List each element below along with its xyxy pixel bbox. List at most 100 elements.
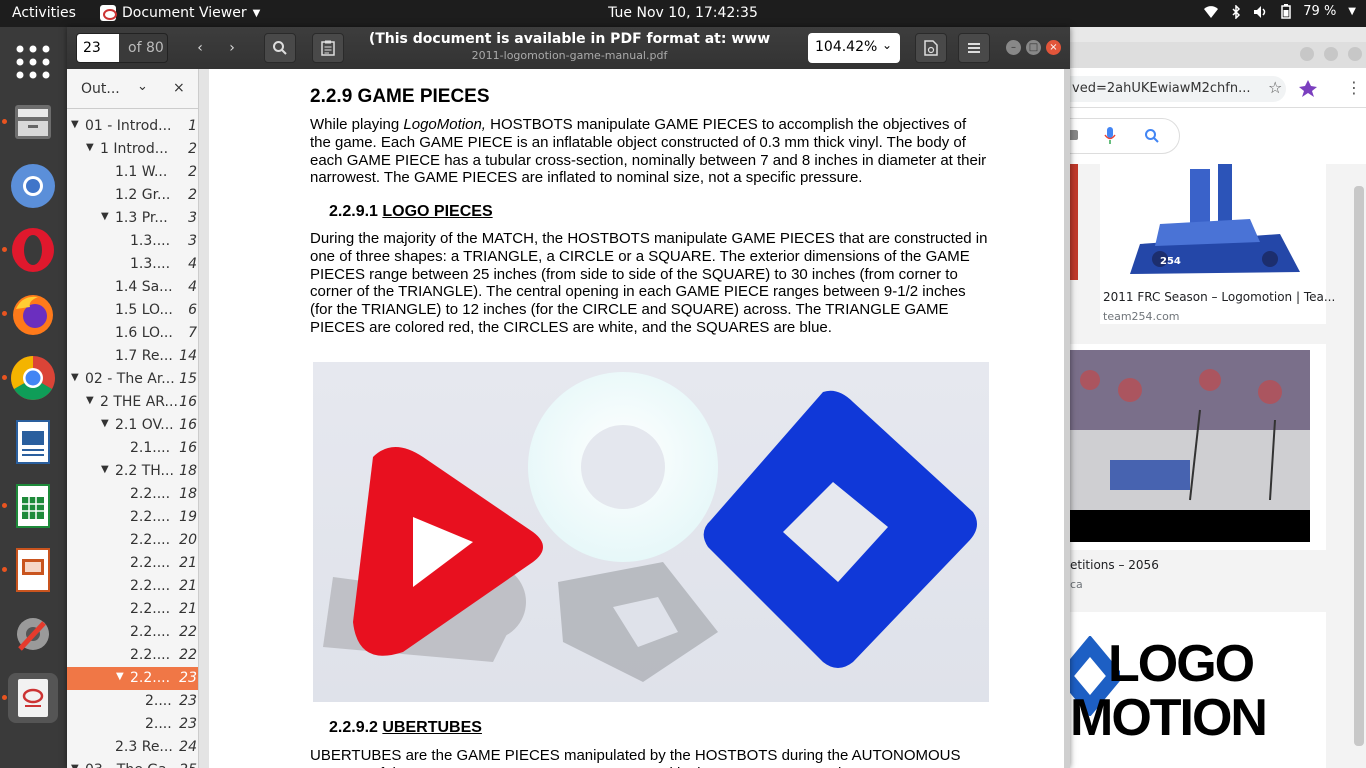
outline-item[interactable]: 1.6 LO... 7 [67, 322, 198, 345]
main-menu-button[interactable] [958, 33, 990, 63]
outline-item[interactable]: 1.7 Re... 14 [67, 345, 198, 368]
outline-item[interactable]: ▼ 2 THE AR... 16 [67, 391, 198, 414]
result-thumb-left [1070, 164, 1078, 280]
microphone-icon[interactable] [1104, 126, 1116, 146]
bookmark-star-icon[interactable]: ☆ [1268, 78, 1282, 97]
outline-item-label: 1.3 Pr... [115, 210, 168, 226]
pdf-page: 2.2.9 GAME PIECES While playing LogoMoti… [209, 69, 1065, 768]
address-bar[interactable]: ved=2ahUKEwiawM2chfn... [1066, 76, 1286, 102]
files-icon[interactable] [2, 97, 58, 147]
outline-item[interactable]: 2.2.... 22 [67, 644, 198, 667]
system-tray[interactable]: 79 % ▼ [1203, 4, 1356, 19]
outline-item[interactable]: 2.2.... 21 [67, 575, 198, 598]
outline-item-page: 4 [188, 279, 197, 295]
result-2-image [1070, 350, 1310, 542]
outline-item[interactable]: ▼ 2.2 TH... 18 [67, 460, 198, 483]
sidebar-splitter[interactable] [199, 69, 209, 768]
document-viewer-dock-icon[interactable] [2, 673, 58, 723]
calc-icon[interactable] [2, 481, 58, 531]
minimize-icon[interactable] [1300, 47, 1314, 61]
app-menu[interactable]: Document Viewer ▼ [100, 5, 260, 21]
sidebar-mode-label[interactable]: Out... [81, 81, 120, 97]
browser-menu-icon[interactable]: ⋮ [1346, 78, 1362, 97]
chromium-icon[interactable] [8, 161, 58, 211]
document-viewer-icon [100, 5, 117, 21]
opera-icon[interactable] [2, 225, 58, 275]
outline-item[interactable]: ▼ 01 - Introd... 1 [67, 115, 198, 138]
expander-open-icon[interactable]: ▼ [101, 464, 109, 475]
expander-open-icon[interactable]: ▼ [86, 395, 94, 406]
writer-icon[interactable] [8, 417, 58, 467]
result-1-image: 254 [1100, 164, 1326, 280]
close-button[interactable]: × [1046, 40, 1061, 55]
next-page-button[interactable]: › [216, 33, 248, 63]
page-selector[interactable]: 23 of 80 [76, 33, 168, 63]
expander-open-icon[interactable]: ▼ [101, 418, 109, 429]
expander-open-icon[interactable]: ▼ [71, 372, 79, 383]
outline-item[interactable]: 1.1 W... 2 [67, 161, 198, 184]
result-card-1[interactable]: 254 2011 FRC Season – Logomotion | Tea..… [1100, 164, 1335, 324]
paragraph-1: While playing LogoMotion, HOSTBOTS manip… [310, 116, 987, 187]
outline-item[interactable]: 2.1.... 16 [67, 437, 198, 460]
header-bar: 23 of 80 ‹ › (This document is available… [67, 27, 1070, 69]
extension-icon[interactable] [1298, 78, 1318, 98]
outline-item-page: 21 [179, 555, 197, 571]
chevron-down-icon[interactable]: ⌄ [137, 79, 148, 94]
result-card-2[interactable]: etitions – 2056 ca [1070, 344, 1326, 591]
expander-open-icon[interactable]: ▼ [71, 763, 79, 768]
expander-open-icon[interactable]: ▼ [86, 142, 94, 153]
maximize-button[interactable]: □ [1026, 40, 1041, 55]
outline-item[interactable]: 2.2.... 18 [67, 483, 198, 506]
outline-item[interactable]: 2.2.... 21 [67, 552, 198, 575]
search-icon[interactable] [1144, 128, 1160, 144]
zoom-selector[interactable]: 104.42% ⌄ [808, 33, 900, 63]
show-apps-icon[interactable] [8, 37, 58, 87]
result-card-3[interactable]: LOGO MOTION [1070, 612, 1326, 768]
outline-item[interactable]: 1.5 LO... 6 [67, 299, 198, 322]
outline-item[interactable]: 1.3.... 3 [67, 230, 198, 253]
result-1-title[interactable]: 2011 FRC Season – Logomotion | Tea... [1103, 290, 1335, 304]
close-sidebar-icon[interactable]: × [173, 80, 185, 96]
result-2-title[interactable]: etitions – 2056 [1070, 558, 1159, 572]
expander-open-icon[interactable]: ▼ [116, 671, 124, 682]
camera-icon[interactable] [1070, 127, 1080, 143]
app-name: Document Viewer [122, 5, 247, 21]
annotations-button[interactable] [312, 33, 344, 63]
outline-item[interactable]: 2.... 23 [67, 713, 198, 736]
outline-item[interactable]: 1.2 Gr... 2 [67, 184, 198, 207]
maximize-icon[interactable] [1324, 47, 1338, 61]
outline-item[interactable]: 2.... 23 [67, 690, 198, 713]
minimize-button[interactable]: – [1006, 40, 1021, 55]
page-number-input[interactable]: 23 [77, 34, 119, 62]
activities-button[interactable]: Activities [12, 5, 76, 21]
outline-item[interactable]: 2.2.... 21 [67, 598, 198, 621]
outline-item[interactable]: ▼ 1 Introd... 2 [67, 138, 198, 161]
outline-item[interactable]: 2.2.... 22 [67, 621, 198, 644]
outline-item[interactable]: ▼ 02 - The Ar... 15 [67, 368, 198, 391]
expander-open-icon[interactable]: ▼ [101, 211, 109, 222]
outline-item[interactable]: 1.4 Sa... 4 [67, 276, 198, 299]
scrollbar[interactable] [1354, 186, 1364, 746]
outline-item[interactable]: ▼ 2.1 OV... 16 [67, 414, 198, 437]
settings-icon[interactable] [8, 609, 58, 659]
outline-item[interactable]: 2.3 Re... 24 [67, 736, 198, 759]
outline-sidebar: Out... ⌄ × ▼ 01 - Introd... 1 ▼ 1 Introd... 2… [67, 69, 199, 768]
firefox-icon[interactable] [2, 289, 58, 339]
sidebar-header: Out... ⌄ × [67, 69, 198, 109]
find-button[interactable] [264, 33, 296, 63]
expander-open-icon[interactable]: ▼ [71, 119, 79, 130]
outline-item-label: 1.7 Re... [115, 348, 173, 364]
document-scrollbar[interactable] [1064, 69, 1070, 768]
document-area[interactable]: 2.2.9 GAME PIECES While playing LogoMoti… [209, 69, 1070, 768]
outline-item[interactable]: 2.2.... 20 [67, 529, 198, 552]
previous-page-button[interactable]: ‹ [184, 33, 216, 63]
outline-item[interactable]: ▼ 2.2.... 23 [67, 667, 198, 690]
close-icon[interactable] [1348, 47, 1362, 61]
impress-icon[interactable] [2, 545, 58, 595]
outline-item[interactable]: ▼ 1.3 Pr... 3 [67, 207, 198, 230]
outline-item[interactable]: 1.3.... 4 [67, 253, 198, 276]
outline-item[interactable]: 2.2.... 19 [67, 506, 198, 529]
outline-item[interactable]: ▼ 03 - The Ga...25 [67, 759, 198, 768]
page-view-button[interactable] [915, 33, 947, 63]
chrome-icon[interactable] [2, 353, 58, 403]
